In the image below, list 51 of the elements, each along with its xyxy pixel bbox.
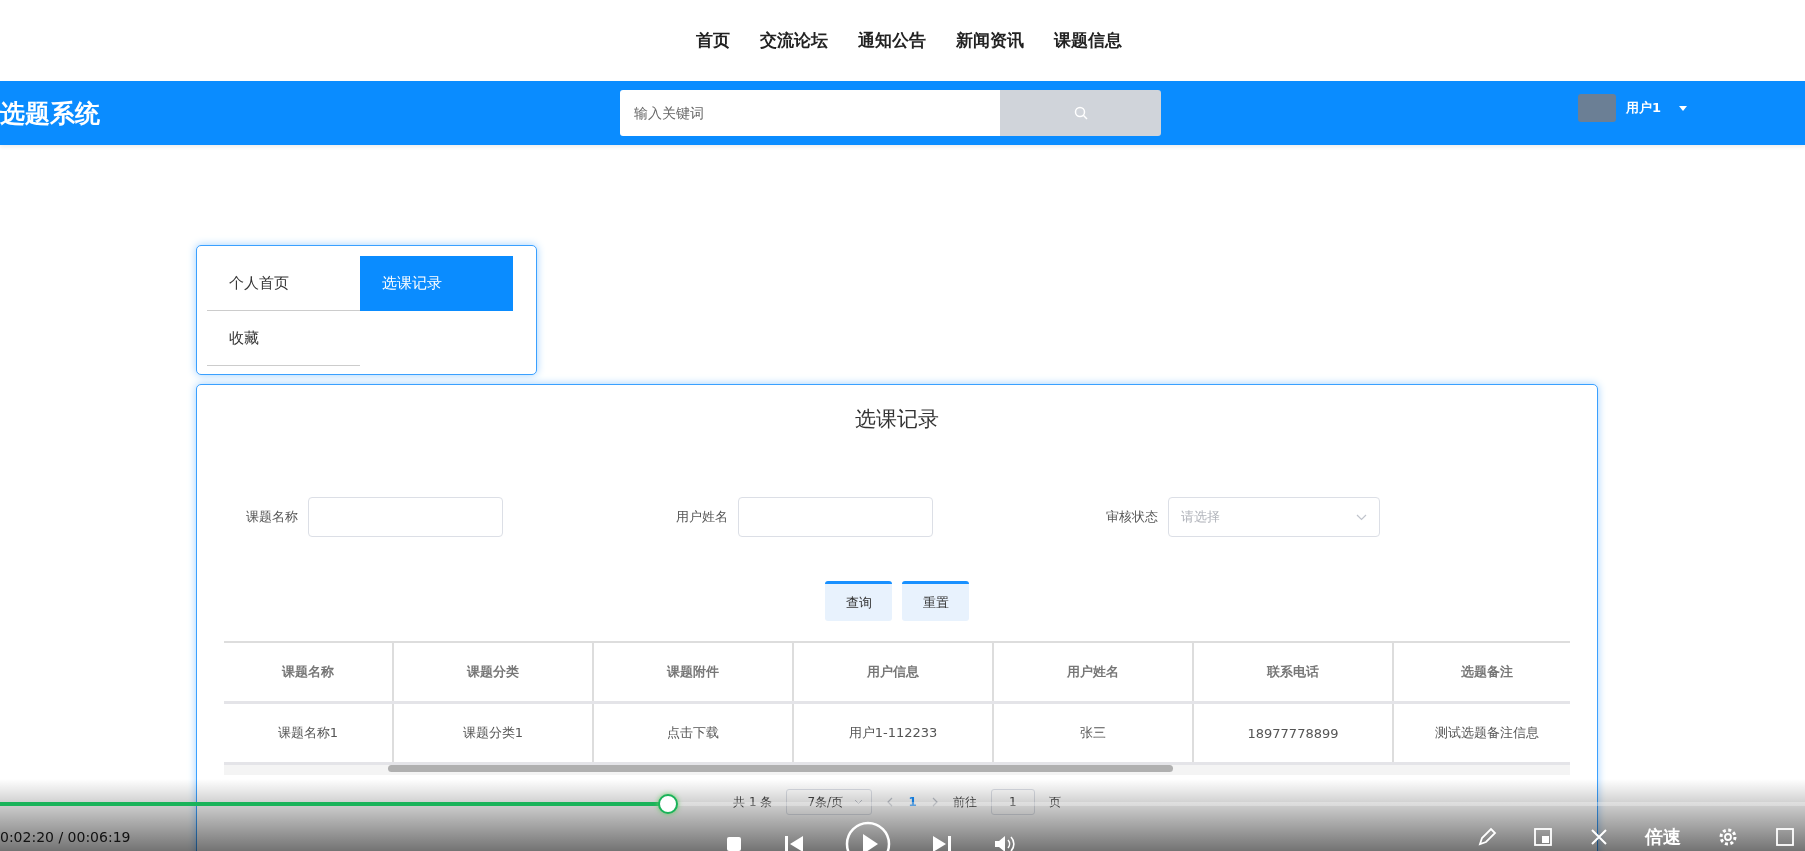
table-cell: 用户1-112233	[794, 704, 994, 762]
nav-link[interactable]: 课题信息	[1053, 29, 1122, 52]
search-icon	[1073, 106, 1088, 120]
filter-label: 审核状态	[1106, 508, 1158, 526]
chevron-down-icon[interactable]	[1356, 513, 1367, 521]
playback-time: 0:02:20 / 00:06:19	[0, 829, 131, 845]
column-header: 课题附件	[594, 643, 794, 701]
page-unit: 页	[1048, 793, 1061, 811]
page-size-select[interactable]: 7条/页	[786, 789, 873, 815]
panel-title: 选课记录	[854, 406, 940, 433]
nav-link[interactable]: 新闻资讯	[955, 29, 1024, 52]
nav-link[interactable]: 首页	[695, 29, 730, 52]
table-cell: 课题名称1	[224, 704, 394, 762]
chevron-down-icon[interactable]	[854, 799, 864, 805]
chevron-left-icon[interactable]	[886, 797, 895, 807]
filter-label: 用户姓名	[676, 508, 728, 526]
table-cell: 测试选题备注信息	[1394, 704, 1570, 762]
column-header: 课题名称	[224, 643, 394, 701]
text-field[interactable]	[308, 497, 503, 537]
skip-forward-icon[interactable]	[931, 834, 953, 851]
scrollbar-thumb[interactable]	[388, 765, 1173, 772]
table-cell: 课题分类1	[394, 704, 594, 762]
total-count: 共 1 条	[733, 793, 773, 811]
action-button[interactable]: 查询	[825, 581, 892, 621]
action-button[interactable]: 重置	[902, 581, 969, 621]
side-tab[interactable]: 收藏	[207, 311, 360, 366]
stop-icon[interactable]	[725, 835, 743, 851]
column-header: 选题备注	[1394, 643, 1570, 701]
nav-link[interactable]: 交流论坛	[759, 29, 828, 52]
table-cell: 张三	[994, 704, 1194, 762]
text-field[interactable]	[738, 497, 933, 537]
fullscreen-icon[interactable]	[1775, 827, 1795, 847]
column-header: 课题分类	[394, 643, 594, 701]
column-header: 联系电话	[1194, 643, 1394, 701]
site-logo-text: 选题系统	[0, 97, 101, 130]
table-cell: 点击下载	[594, 704, 794, 762]
pen-icon[interactable]	[1477, 827, 1497, 847]
volume-icon[interactable]	[993, 834, 1017, 851]
search-field[interactable]: 输入关键词	[620, 90, 1000, 136]
column-header: 用户信息	[794, 643, 994, 701]
close-icon[interactable]	[1589, 827, 1609, 847]
column-header: 用户姓名	[994, 643, 1194, 701]
chevron-right-icon[interactable]	[930, 797, 939, 807]
caret-icon[interactable]	[1679, 105, 1688, 111]
picture-in-picture-icon[interactable]	[1533, 827, 1553, 847]
goto-label: 前往	[952, 793, 977, 811]
filter-label: 课题名称	[246, 508, 298, 526]
nav-link[interactable]: 通知公告	[857, 29, 926, 52]
table-cell: 18977778899	[1194, 704, 1394, 762]
settings-icon[interactable]	[1717, 826, 1739, 848]
skip-back-icon[interactable]	[783, 834, 805, 851]
